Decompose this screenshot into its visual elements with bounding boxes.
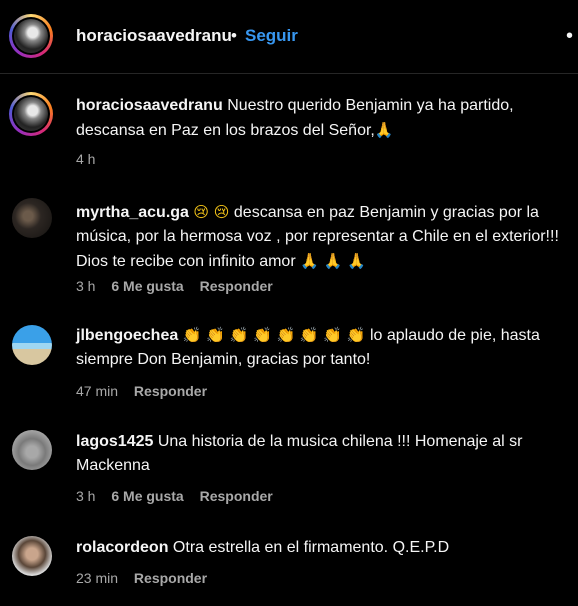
pray-emoji-icon: 🙏 🙏 🙏 [300,252,366,270]
comment-body: horaciosaavedranu Nuestro querido Benjam… [76,94,566,143]
comment-time[interactable]: 3 h [76,488,95,504]
comment-meta: 23 min Responder [76,570,219,586]
comment-meta: 3 h 6 Me gusta Responder [76,278,285,294]
comment-body: myrtha_acu.ga 😢 😢 descansa en paz Benjam… [76,200,566,274]
comment-username[interactable]: myrtha_acu.ga [76,204,189,221]
commenter-avatar[interactable] [12,198,52,238]
crying-emoji-icon: 😢 😢 [193,203,230,221]
comment-time[interactable]: 47 min [76,383,118,399]
comment-text: Otra estrella en el firmamento. Q.E.P.D [172,539,450,556]
separator-dot: • [231,26,237,45]
comment-body: lagos1425 Una historia de la musica chil… [76,430,566,478]
clapping-emoji-icon: 👏 👏 👏 👏 👏 👏 👏 👏 [182,326,366,344]
follow-button[interactable]: Seguir [245,26,298,46]
reply-button[interactable]: Responder [134,383,207,399]
commenter-avatar[interactable] [12,536,52,576]
comment-time[interactable]: 3 h [76,278,95,294]
reply-button[interactable]: Responder [200,278,273,294]
comment-username[interactable]: rolacordeon [76,539,168,556]
commenter-avatar[interactable] [12,325,52,365]
author-avatar[interactable] [9,14,53,58]
comment-meta: 3 h 6 Me gusta Responder [76,488,285,504]
post-header: horaciosaavedranu • Seguir • [0,0,578,74]
comment-body: rolacordeon Otra estrella en el firmamen… [76,536,566,560]
commenter-avatar[interactable] [12,430,52,470]
author-photo [14,19,48,53]
commenter-avatar[interactable] [9,92,53,136]
reply-button[interactable]: Responder [200,488,273,504]
comment-meta: 47 min Responder [76,383,219,399]
comment-time[interactable]: 23 min [76,570,118,586]
comment-time[interactable]: 4 h [76,151,95,167]
comment-likes[interactable]: 6 Me gusta [111,278,183,294]
commenter-photo [14,97,48,131]
comment-username[interactable]: horaciosaavedranu [76,97,223,114]
reply-button[interactable]: Responder [134,570,207,586]
comment-body: jlbengoechea 👏 👏 👏 👏 👏 👏 👏 👏 lo aplaudo … [76,323,566,372]
author-username[interactable]: horaciosaavedranu [76,26,232,46]
pray-emoji-icon: 🙏 [374,121,394,139]
more-options-icon[interactable]: • [566,25,573,48]
comment-username[interactable]: lagos1425 [76,433,153,450]
comment-likes[interactable]: 6 Me gusta [111,488,183,504]
comment-username[interactable]: jlbengoechea [76,327,178,344]
comment-meta: 4 h [76,151,107,167]
